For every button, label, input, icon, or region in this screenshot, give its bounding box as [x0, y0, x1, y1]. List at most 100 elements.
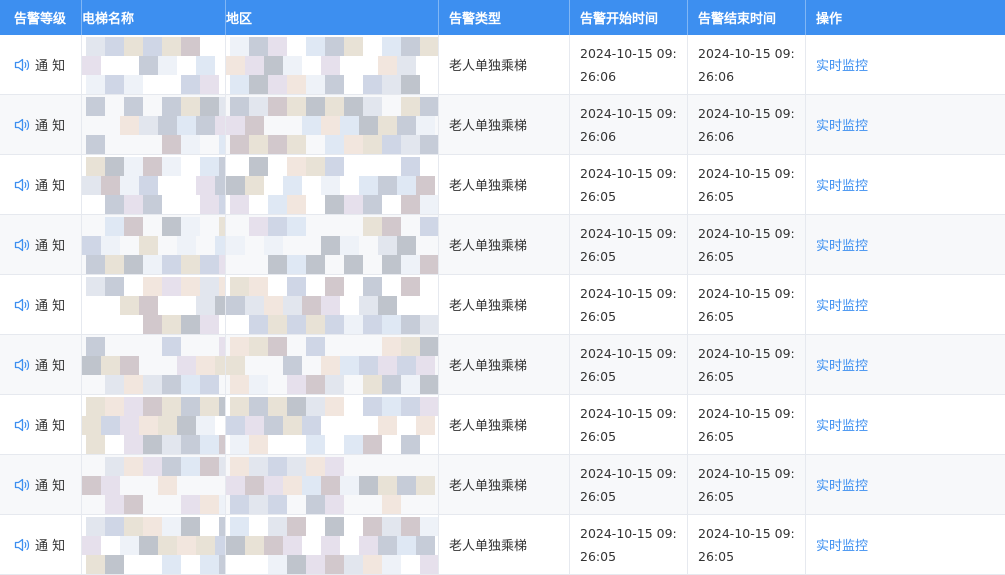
cell-end-time: 2024-10-15 09:26:06 [688, 35, 806, 94]
cell-alarm-type: 老人单独乘梯 [439, 455, 570, 514]
redacted-mosaic [226, 335, 438, 394]
header-alarm-type[interactable]: 告警类型 [439, 0, 570, 35]
cell-level: 通 知 [0, 335, 82, 394]
level-text: 通 知 [35, 239, 66, 254]
level-text: 通 知 [35, 359, 66, 374]
header-action[interactable]: 操作 [806, 0, 1005, 35]
table-row: 通 知 老人单独乘梯 2024-10-15 09:26:06 2024-10-1… [0, 95, 1005, 155]
header-end-time[interactable]: 告警结束时间 [688, 0, 806, 35]
redacted-mosaic [226, 155, 438, 214]
live-monitor-link[interactable]: 实时监控 [816, 175, 868, 194]
speaker-icon [14, 478, 30, 491]
cell-end-time: 2024-10-15 09:26:05 [688, 155, 806, 214]
cell-region [226, 155, 439, 214]
cell-alarm-type: 老人单独乘梯 [439, 395, 570, 454]
header-level[interactable]: 告警等级 [0, 0, 82, 35]
level-text: 通 知 [35, 299, 66, 314]
speaker-icon [14, 118, 30, 131]
cell-region [226, 335, 439, 394]
live-monitor-link[interactable]: 实时监控 [816, 355, 868, 374]
redacted-mosaic [82, 335, 225, 394]
cell-action: 实时监控 [806, 515, 1005, 574]
speaker-icon [14, 538, 30, 551]
cell-start-time: 2024-10-15 09:26:05 [570, 455, 688, 514]
redacted-mosaic [82, 515, 225, 574]
header-elevator-name[interactable]: 电梯名称 [82, 0, 226, 35]
cell-alarm-type: 老人单独乘梯 [439, 35, 570, 94]
cell-start-time: 2024-10-15 09:26:05 [570, 515, 688, 574]
cell-end-time: 2024-10-15 09:26:06 [688, 95, 806, 154]
redacted-mosaic [226, 35, 438, 94]
cell-alarm-type: 老人单独乘梯 [439, 95, 570, 154]
cell-end-time: 2024-10-15 09:26:05 [688, 395, 806, 454]
redacted-mosaic [226, 455, 438, 514]
cell-region [226, 35, 439, 94]
speaker-icon [14, 298, 30, 311]
cell-elevator-name [82, 395, 226, 454]
speaker-icon [14, 238, 30, 251]
live-monitor-link[interactable]: 实时监控 [816, 295, 868, 314]
live-monitor-link[interactable]: 实时监控 [816, 415, 868, 434]
cell-elevator-name [82, 215, 226, 274]
speaker-icon [14, 358, 30, 371]
cell-action: 实时监控 [806, 455, 1005, 514]
cell-elevator-name [82, 275, 226, 334]
cell-action: 实时监控 [806, 215, 1005, 274]
cell-alarm-type: 老人单独乘梯 [439, 275, 570, 334]
cell-start-time: 2024-10-15 09:26:05 [570, 335, 688, 394]
cell-level: 通 知 [0, 35, 82, 94]
cell-start-time: 2024-10-15 09:26:05 [570, 155, 688, 214]
cell-action: 实时监控 [806, 35, 1005, 94]
cell-action: 实时监控 [806, 155, 1005, 214]
cell-alarm-type: 老人单独乘梯 [439, 335, 570, 394]
table-header: 告警等级 电梯名称 地区 告警类型 告警开始时间 告警结束时间 操作 [0, 0, 1005, 35]
cell-level: 通 知 [0, 155, 82, 214]
table-body: 通 知 老人单独乘梯 2024-10-15 09:26:06 2024-10-1… [0, 35, 1005, 575]
header-region[interactable]: 地区 [226, 0, 439, 35]
redacted-mosaic [82, 455, 225, 514]
cell-level: 通 知 [0, 215, 82, 274]
live-monitor-link[interactable]: 实时监控 [816, 55, 868, 74]
cell-elevator-name [82, 335, 226, 394]
cell-end-time: 2024-10-15 09:26:05 [688, 215, 806, 274]
cell-alarm-type: 老人单独乘梯 [439, 515, 570, 574]
live-monitor-link[interactable]: 实时监控 [816, 115, 868, 134]
cell-end-time: 2024-10-15 09:26:05 [688, 455, 806, 514]
redacted-mosaic [226, 215, 438, 274]
table-row: 通 知 老人单独乘梯 2024-10-15 09:26:05 2024-10-1… [0, 335, 1005, 395]
redacted-mosaic [82, 155, 225, 214]
live-monitor-link[interactable]: 实时监控 [816, 475, 868, 494]
cell-start-time: 2024-10-15 09:26:05 [570, 395, 688, 454]
cell-start-time: 2024-10-15 09:26:05 [570, 275, 688, 334]
cell-end-time: 2024-10-15 09:26:05 [688, 515, 806, 574]
live-monitor-link[interactable]: 实时监控 [816, 235, 868, 254]
level-text: 通 知 [35, 479, 66, 494]
cell-elevator-name [82, 95, 226, 154]
redacted-mosaic [82, 95, 225, 154]
cell-level: 通 知 [0, 395, 82, 454]
cell-elevator-name [82, 35, 226, 94]
redacted-mosaic [226, 515, 438, 574]
speaker-icon [14, 418, 30, 431]
redacted-mosaic [226, 95, 438, 154]
cell-region [226, 515, 439, 574]
table-row: 通 知 老人单独乘梯 2024-10-15 09:26:06 2024-10-1… [0, 35, 1005, 95]
header-start-time[interactable]: 告警开始时间 [570, 0, 688, 35]
live-monitor-link[interactable]: 实时监控 [816, 535, 868, 554]
redacted-mosaic [82, 275, 225, 334]
cell-end-time: 2024-10-15 09:26:05 [688, 335, 806, 394]
cell-action: 实时监控 [806, 335, 1005, 394]
redacted-mosaic [82, 395, 225, 454]
table-row: 通 知 老人单独乘梯 2024-10-15 09:26:05 2024-10-1… [0, 215, 1005, 275]
cell-region [226, 95, 439, 154]
cell-region [226, 275, 439, 334]
table-row: 通 知 老人单独乘梯 2024-10-15 09:26:05 2024-10-1… [0, 455, 1005, 515]
redacted-mosaic [82, 35, 225, 94]
cell-region [226, 455, 439, 514]
level-text: 通 知 [35, 179, 66, 194]
cell-level: 通 知 [0, 95, 82, 154]
table-row: 通 知 老人单独乘梯 2024-10-15 09:26:05 2024-10-1… [0, 395, 1005, 455]
cell-action: 实时监控 [806, 395, 1005, 454]
cell-elevator-name [82, 515, 226, 574]
cell-end-time: 2024-10-15 09:26:05 [688, 275, 806, 334]
